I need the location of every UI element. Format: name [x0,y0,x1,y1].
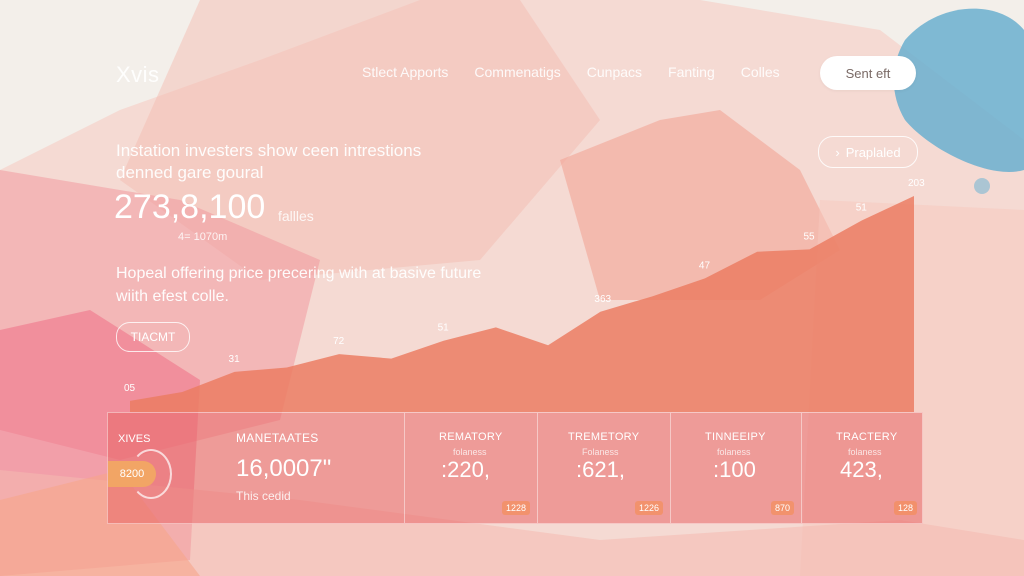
stat-card-sub: Folaness [582,447,619,457]
stat-card[interactable]: TRACTERY folaness 423, 128 [801,413,923,523]
stat-card[interactable]: REMATORY folaness :220, 1228 [404,413,538,523]
stat-card[interactable]: TINNEEIPY folaness :100 870 [670,413,802,523]
stat-card-badge: 1228 [501,501,530,515]
stats-main-card: XIVES 8200 MANETAATES 16,0007" This cedi… [108,413,404,523]
stat-card-value: :100 [713,457,756,482]
hero-outline-button[interactable]: TIACMT [116,322,190,352]
chart-point-label: 31 [229,354,241,365]
stat-card-value: 423, [840,457,883,482]
cta-button[interactable]: Sent eft [820,56,916,90]
hero-description: Hopeal offering price precering with at … [116,265,482,305]
nav-item-1[interactable]: Stlect Apports [362,64,448,80]
filter-pill-label: Praplaled [845,144,901,160]
nav-item-3[interactable]: Cunpacs [587,64,642,80]
chart-point-label: 47 [699,260,711,271]
hero-big-number-unit: fallles [278,208,314,224]
nav-item-4[interactable]: Fanting [668,64,715,80]
stats-main-title: MANETAATES [236,431,319,445]
chart-point-label: 51 [438,323,450,334]
filter-pill-button[interactable]: › Praplaled [818,136,918,168]
stat-card-badge: 128 [893,501,917,515]
stat-card-title: TINNEEIPY [705,431,766,443]
stats-main-sub: This cedid [236,489,291,503]
stat-card-badge: 870 [770,501,794,515]
stat-card-title: TREMETORY [568,431,640,443]
chart-point-label: 55 [803,231,815,242]
chart-point-label: 203 [908,178,925,189]
hero-headline: Instation investers show ceen intrestion… [116,141,422,182]
stat-card-sub: folaness [717,447,751,457]
chart-point-label: 05 [124,383,136,394]
stat-card-title: TRACTERY [836,431,898,443]
top-nav: Stlect Apports Commenatigs Cunpacs Fanti… [362,64,806,80]
hero-big-number: 273,8,100 [114,188,266,226]
brand-logo[interactable]: Xvis [116,62,160,88]
stats-panel: XIVES 8200 MANETAATES 16,0007" This cedi… [107,412,923,524]
nav-item-5[interactable]: Colles [741,64,780,80]
chart-point-label: 72 [333,336,345,347]
stat-card-value: :621, [576,457,625,482]
chevron-right-icon: › [835,144,840,160]
chart-point-label: 51 [856,202,868,213]
stat-card-sub: folaness [453,447,487,457]
stat-card-sub: folaness [848,447,882,457]
stats-left-pill[interactable]: 8200 [108,461,156,487]
nav-item-2[interactable]: Commenatigs [474,64,560,80]
stats-main-value: 16,0007" [236,455,332,482]
stats-left-label: XIVES [118,433,151,445]
hero-sub-number: 4= 1070m [178,231,228,243]
stat-card[interactable]: TREMETORY Folaness :621, 1226 [537,413,671,523]
chart-point-label: 363 [594,294,611,305]
stat-card-title: REMATORY [439,431,503,443]
stat-card-value: :220, [441,457,490,482]
stat-card-badge: 1226 [634,501,663,515]
